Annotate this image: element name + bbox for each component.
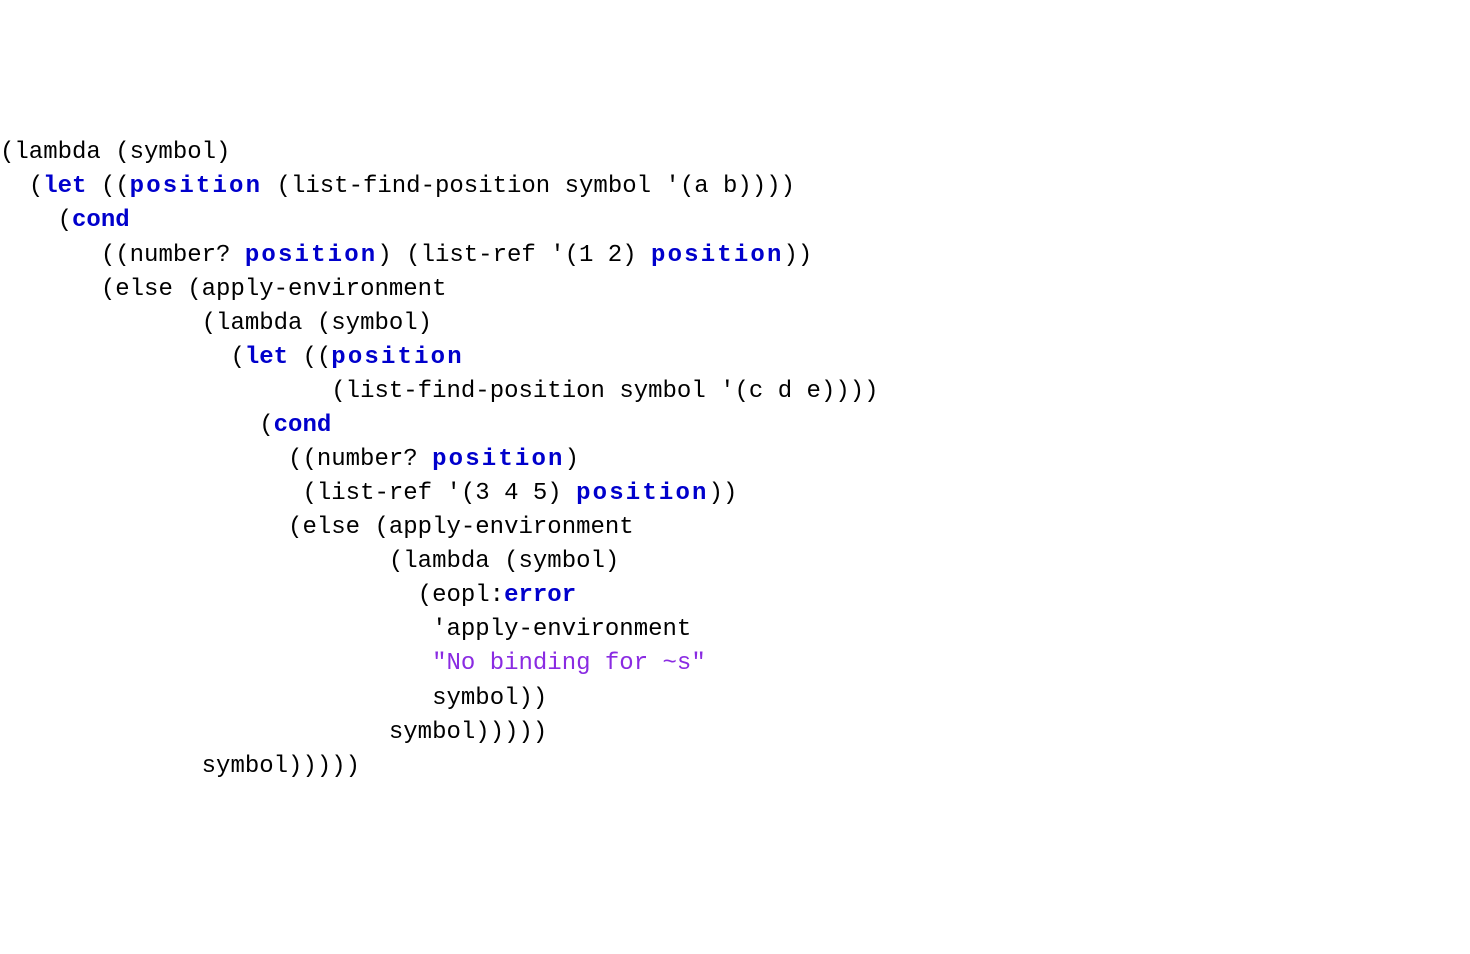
code-text: (list-find-position symbol '(a b)))) [262, 173, 795, 200]
code-text: ((number? [101, 242, 245, 269]
code-text: (lambda (symbol) [202, 310, 432, 337]
code-text: (list-find-position symbol '(c d e)))) [331, 378, 878, 405]
indent [0, 276, 101, 303]
indent [0, 719, 389, 746]
code-text: (lambda (symbol) [0, 139, 230, 166]
code-line: (else (apply-environment [0, 511, 1470, 545]
code-line: (let ((position (list-find-position symb… [0, 170, 1470, 204]
code-text: (lambda (symbol) [389, 548, 619, 575]
code-text: (( [86, 173, 129, 200]
code-line: (lambda (symbol) [0, 545, 1470, 579]
code-line: symbol))))) [0, 750, 1470, 784]
code-text: (else (apply-environment [288, 514, 634, 541]
code-text: symbol))))) [202, 753, 360, 780]
code-text: ((number? [288, 446, 432, 473]
code-text: ( [29, 173, 43, 200]
code-line: ((number? position) [0, 443, 1470, 477]
indent [0, 685, 432, 712]
indent [0, 344, 230, 371]
keyword: cond [274, 412, 332, 439]
code-line: (cond [0, 204, 1470, 238]
indent [0, 650, 432, 677]
code-text: )) [709, 480, 738, 507]
indent [0, 412, 259, 439]
keyword: let [43, 173, 86, 200]
code-text: ( [230, 344, 244, 371]
code-line: symbol))))) [0, 716, 1470, 750]
keyword: let [245, 344, 288, 371]
identifier: position [331, 344, 464, 371]
keyword: cond [72, 207, 130, 234]
string-literal: "No binding for ~s" [432, 650, 706, 677]
identifier: position [245, 242, 378, 269]
code-text: (eopl: [418, 582, 504, 609]
code-line: "No binding for ~s" [0, 647, 1470, 681]
code-text: (list-ref '(3 4 5) [302, 480, 576, 507]
code-block: (lambda (symbol) (let ((position (list-f… [0, 136, 1470, 783]
code-text: ( [259, 412, 273, 439]
code-line: (eopl:error [0, 579, 1470, 613]
code-line: (lambda (symbol) [0, 307, 1470, 341]
code-line: (let ((position [0, 341, 1470, 375]
code-line: (list-find-position symbol '(c d e)))) [0, 375, 1470, 409]
code-line: (list-ref '(3 4 5) position)) [0, 477, 1470, 511]
code-text: symbol))))) [389, 719, 547, 746]
code-text: symbol)) [432, 685, 547, 712]
code-line: (else (apply-environment [0, 273, 1470, 307]
identifier: position [651, 242, 784, 269]
indent [0, 446, 288, 473]
code-line: ((number? position) (list-ref '(1 2) pos… [0, 239, 1470, 273]
code-text: ) [565, 446, 579, 473]
indent [0, 310, 202, 337]
code-line: 'apply-environment [0, 613, 1470, 647]
indent [0, 378, 331, 405]
code-line: symbol)) [0, 682, 1470, 716]
keyword: error [504, 582, 576, 609]
indent [0, 242, 101, 269]
indent [0, 480, 302, 507]
code-text: ( [58, 207, 72, 234]
indent [0, 173, 29, 200]
indent [0, 514, 288, 541]
code-text: (else (apply-environment [101, 276, 447, 303]
indent [0, 207, 58, 234]
identifier: position [130, 173, 263, 200]
code-text: 'apply-environment [432, 616, 691, 643]
indent [0, 616, 432, 643]
code-text: )) [784, 242, 813, 269]
indent [0, 753, 202, 780]
code-line: (cond [0, 409, 1470, 443]
code-text: (( [288, 344, 331, 371]
indent [0, 548, 389, 575]
code-text: ) (list-ref '(1 2) [377, 242, 651, 269]
indent [0, 582, 418, 609]
identifier: position [432, 446, 565, 473]
identifier: position [576, 480, 709, 507]
code-line: (lambda (symbol) [0, 136, 1470, 170]
